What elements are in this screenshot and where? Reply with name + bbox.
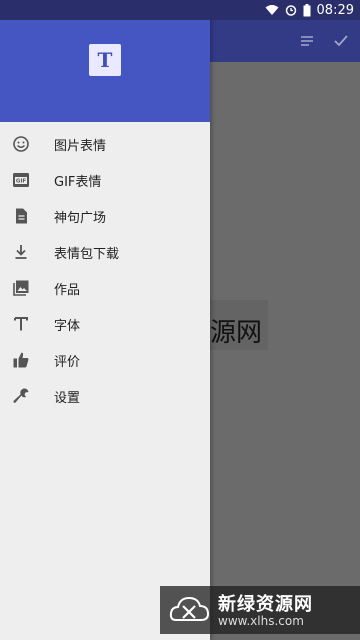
menu-item-image-emoji[interactable]: 图片表情 <box>0 126 210 162</box>
menu-item-label: 表情包下载 <box>54 246 120 262</box>
menu-item-label: 神句广场 <box>54 210 107 226</box>
document-icon <box>11 206 31 226</box>
menu-item-label: 设置 <box>54 390 81 406</box>
watermark-url: www.xlhs.com <box>218 614 304 628</box>
menu-item-font[interactable]: 字体 <box>0 306 210 342</box>
image-gallery-icon <box>11 278 31 298</box>
gif-icon: GIF <box>11 170 31 190</box>
svg-text:GIF: GIF <box>16 179 27 185</box>
menu-item-rate[interactable]: 评价 <box>0 342 210 378</box>
menu-item-label: GIF表情 <box>54 174 102 190</box>
status-time: 08:29 <box>316 2 354 18</box>
navigation-drawer: T 图片表情 GIF GIF表情 神句广场 表情包下载 作品 字体 评价 设置 <box>0 0 210 640</box>
drawer-header: T <box>0 20 210 122</box>
menu-item-label: 图片表情 <box>54 138 107 154</box>
app-logo-letter: T <box>97 48 113 72</box>
preview-text: 源网 <box>210 318 263 348</box>
status-bar: 08:29 <box>0 0 360 20</box>
watermark-logo-icon <box>168 590 210 630</box>
text-t-icon <box>11 314 31 334</box>
menu-item-quote-square[interactable]: 神句广场 <box>0 198 210 234</box>
menu-item-label: 字体 <box>54 318 81 334</box>
menu-item-gif-emoji[interactable]: GIF GIF表情 <box>0 162 210 198</box>
drawer-menu: 图片表情 GIF GIF表情 神句广场 表情包下载 作品 字体 评价 设置 <box>0 126 210 414</box>
thumbs-up-icon <box>11 350 31 370</box>
download-icon <box>11 242 31 262</box>
check-icon[interactable] <box>332 32 350 50</box>
battery-icon <box>303 3 311 17</box>
menu-item-sticker-download[interactable]: 表情包下载 <box>0 234 210 270</box>
alarm-icon <box>285 4 297 16</box>
watermark-title: 新绿资源网 <box>218 594 313 615</box>
app-logo: T <box>89 44 121 76</box>
sort-lines-icon[interactable] <box>298 32 316 50</box>
menu-item-label: 作品 <box>54 282 81 298</box>
wifi-icon <box>265 4 279 16</box>
wrench-icon <box>11 386 31 406</box>
menu-item-settings[interactable]: 设置 <box>0 378 210 414</box>
menu-item-label: 评价 <box>54 354 81 370</box>
menu-item-works[interactable]: 作品 <box>0 270 210 306</box>
watermark: 新绿资源网 www.xlhs.com <box>160 586 360 634</box>
status-icons: 08:29 <box>265 2 354 18</box>
emoji-smile-icon <box>11 134 31 154</box>
